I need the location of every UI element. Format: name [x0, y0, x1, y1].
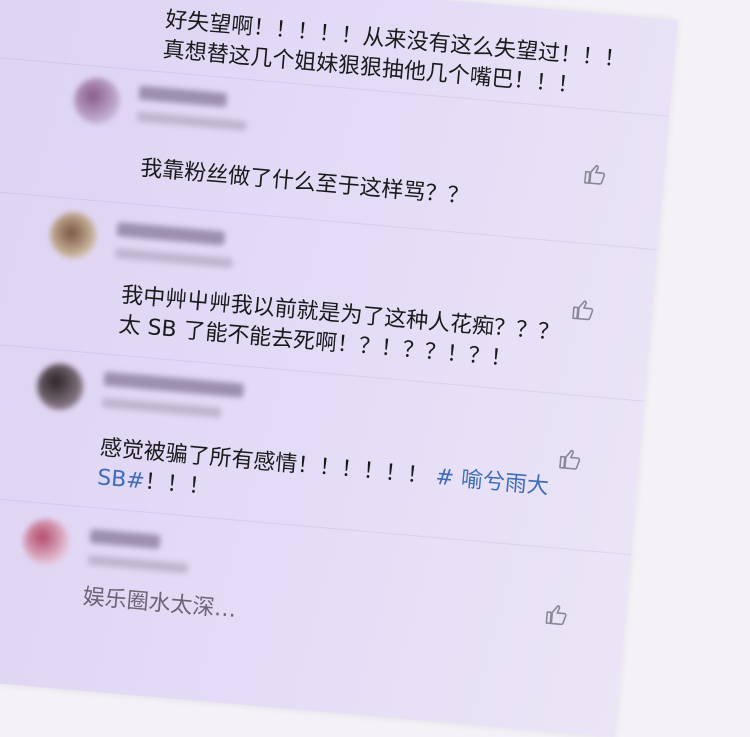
- avatar[interactable]: [72, 75, 123, 126]
- timestamp: [101, 397, 222, 418]
- thumbs-up-icon: [545, 605, 567, 626]
- thumbs-up-icon: [584, 164, 606, 185]
- thumbs-up-icon: [559, 449, 581, 470]
- comment-text: 好失望啊！！！！！从来没有这么失望过！！！ 真想替这几个姐妹狠狠抽他几个嘴巴！！…: [161, 7, 627, 99]
- username[interactable]: [103, 371, 245, 398]
- timestamp: [136, 111, 247, 131]
- comment-text: 娱乐圈水太深…: [81, 584, 238, 623]
- username[interactable]: [89, 528, 161, 549]
- comment-text: 感觉被骗了所有感情！！！！！！ # 喻兮雨大 SB#！！！: [96, 435, 550, 501]
- like-button[interactable]: [583, 163, 609, 187]
- avatar[interactable]: [35, 361, 85, 412]
- like-button[interactable]: [544, 603, 570, 627]
- comment-feed: 好失望啊！！！！！从来没有这么失望过！！！ 真想替这几个姐妹狠狠抽他几个嘴巴！！…: [0, 0, 678, 737]
- like-button[interactable]: [571, 298, 597, 322]
- username[interactable]: [138, 85, 228, 108]
- username[interactable]: [116, 222, 226, 246]
- timestamp: [87, 554, 189, 574]
- thumbs-up-icon: [572, 300, 594, 321]
- comment-text: 我中艸屮艸我以前就是为了这种人花痴？？？ 太 SB 了能不能去死啊！？！？？！？…: [117, 282, 561, 372]
- hashtag-link[interactable]: SB#: [96, 465, 145, 494]
- like-button[interactable]: [558, 448, 584, 472]
- timestamp: [114, 248, 233, 269]
- avatar[interactable]: [48, 210, 99, 261]
- avatar[interactable]: [21, 517, 72, 568]
- comment-text: 我靠粉丝做了什么至于这样骂？？: [139, 155, 471, 210]
